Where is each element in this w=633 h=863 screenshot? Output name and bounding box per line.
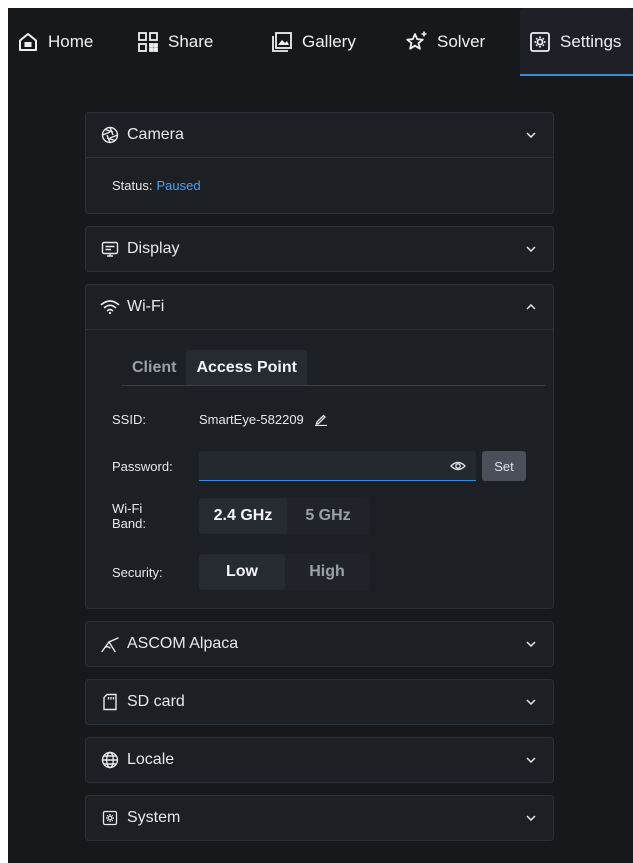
band-label: Wi-Fi Band: <box>112 501 146 531</box>
panel-wifi: Wi-Fi Client Access Point SSID: SmartEye… <box>85 284 554 609</box>
panel-system-header[interactable]: System <box>86 796 553 840</box>
password-label: Password: <box>112 458 173 474</box>
panel-locale-header[interactable]: Locale <box>86 738 553 782</box>
security-option-high[interactable]: High <box>285 554 369 590</box>
chevron-down-icon <box>525 638 537 650</box>
nav-share-label: Share <box>168 32 214 51</box>
panel-wifi-title: Wi-Fi <box>127 298 165 315</box>
panel-sd-card: SD card <box>85 679 554 725</box>
panel-sd-header[interactable]: SD card <box>86 680 553 724</box>
tab-access-point[interactable]: Access Point <box>186 350 307 385</box>
panel-camera: Camera Status: Paused <box>85 112 554 214</box>
password-row: Password: Set <box>112 451 526 481</box>
panel-camera-header[interactable]: Camera <box>86 113 553 157</box>
band-option-5ghz[interactable]: 5 GHz <box>287 498 369 534</box>
telescope-icon <box>100 634 120 654</box>
nav-settings-label: Settings <box>560 32 622 51</box>
panel-display-title: Display <box>127 240 180 257</box>
panel-ascom-title: ASCOM Alpaca <box>127 635 239 652</box>
top-nav: Home Share Gallery Solver Settings <box>8 8 633 83</box>
nav-home-label: Home <box>48 32 94 51</box>
system-icon <box>100 808 120 828</box>
panel-ascom-header[interactable]: ASCOM Alpaca <box>86 622 553 666</box>
chevron-down-icon <box>525 243 537 255</box>
display-icon <box>100 239 120 259</box>
password-field[interactable] <box>199 451 476 481</box>
settings-accordion: Camera Status: Paused Display Wi-Fi Clie… <box>85 112 554 853</box>
app-window: Home Share Gallery Solver Settings Camer… <box>8 8 633 863</box>
panel-camera-title: Camera <box>127 126 184 143</box>
nav-solver[interactable]: Solver <box>405 8 485 76</box>
aperture-icon <box>100 125 120 145</box>
home-icon <box>16 30 40 54</box>
chevron-down-icon <box>525 812 537 824</box>
panel-system-title: System <box>127 809 181 826</box>
nav-solver-label: Solver <box>437 32 486 51</box>
wifi-body: Client Access Point SSID: SmartEye-58220… <box>86 329 553 608</box>
nav-home[interactable]: Home <box>16 8 93 76</box>
ssid-value: SmartEye-582209 <box>199 411 304 427</box>
nav-settings[interactable]: Settings <box>520 8 633 76</box>
band-option-2-4ghz[interactable]: 2.4 GHz <box>199 498 287 534</box>
nav-share[interactable]: Share <box>136 8 213 76</box>
panel-system: System <box>85 795 554 841</box>
panel-ascom-alpaca: ASCOM Alpaca <box>85 621 554 667</box>
chevron-down-icon <box>525 129 537 141</box>
ssid-row: SSID: SmartEye-582209 <box>112 407 328 431</box>
camera-status-label: Status: <box>112 178 153 193</box>
chevron-down-icon <box>525 696 537 708</box>
band-row: Wi-Fi Band: 2.4 GHz 5 GHz <box>112 498 369 534</box>
nav-gallery-label: Gallery <box>302 32 356 51</box>
eye-icon[interactable] <box>450 459 466 473</box>
camera-status-row: Status: Paused <box>86 157 553 213</box>
band-selector: 2.4 GHz 5 GHz <box>199 498 369 534</box>
ssid-label: SSID: <box>112 411 146 427</box>
nav-gallery[interactable]: Gallery <box>270 8 356 76</box>
globe-icon <box>100 750 120 770</box>
gallery-icon <box>270 30 294 54</box>
security-label: Security: <box>112 564 163 580</box>
security-row: Security: Low High <box>112 554 369 590</box>
panel-locale: Locale <box>85 737 554 783</box>
edit-pencil-icon[interactable] <box>314 412 328 426</box>
security-selector: Low High <box>199 554 369 590</box>
wifi-mode-tabs: Client Access Point <box>122 350 546 386</box>
panel-sd-title: SD card <box>127 693 185 710</box>
qr-code-icon <box>136 30 160 54</box>
sd-card-icon <box>100 692 120 712</box>
chevron-down-icon <box>525 754 537 766</box>
set-password-button[interactable]: Set <box>482 451 526 481</box>
panel-display-header[interactable]: Display <box>86 227 553 271</box>
camera-status-value: Paused <box>156 178 201 193</box>
panel-locale-title: Locale <box>127 751 175 768</box>
settings-icon <box>528 30 552 54</box>
chevron-up-icon <box>525 301 537 313</box>
tab-client[interactable]: Client <box>122 350 186 385</box>
security-option-low[interactable]: Low <box>199 554 285 590</box>
sparkle-star-icon <box>405 30 429 54</box>
panel-wifi-header[interactable]: Wi-Fi <box>86 285 553 329</box>
wifi-icon <box>100 297 120 317</box>
panel-display: Display <box>85 226 554 272</box>
